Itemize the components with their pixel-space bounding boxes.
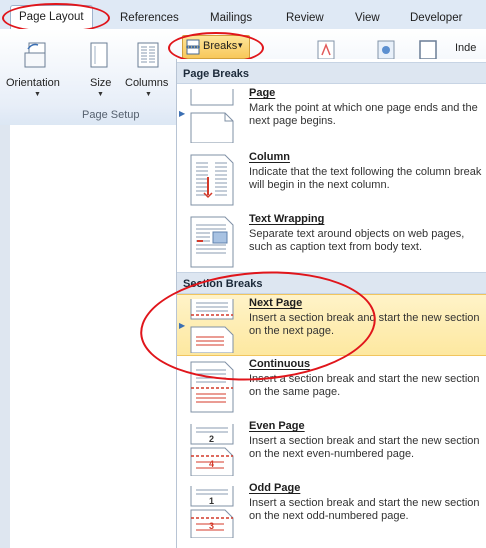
next-page-break-icon	[189, 299, 237, 356]
menu-item-column-break[interactable]: Column Indicate that the text following …	[177, 149, 486, 211]
menu-item-next-page-break[interactable]: ▶ Next Page Insert a section break and s…	[177, 294, 486, 356]
menu-item-even-page-break[interactable]: 2 4 Even Page Insert a section break and…	[177, 418, 486, 480]
menu-item-title: Page	[249, 87, 276, 99]
even-page-number-bottom: 4	[209, 459, 215, 469]
menu-item-description: Insert a section break and start the new…	[249, 373, 480, 398]
menu-item-text-wrapping-break[interactable]: Text Wrapping Separate text around objec…	[177, 211, 486, 275]
menu-item-page-break[interactable]: ▶ Page Mark the point at which one page …	[177, 85, 486, 149]
menu-item-title: Next Page	[249, 297, 303, 309]
breaks-button[interactable]: Breaks ▾	[182, 35, 250, 59]
size-icon[interactable]	[88, 41, 110, 74]
document-margin	[0, 125, 10, 548]
columns-icon[interactable]	[136, 41, 160, 74]
indent-label: Inde	[455, 42, 477, 54]
menu-item-description: Insert a section break and start the new…	[249, 497, 480, 522]
odd-page-number-top: 1	[209, 496, 215, 506]
even-page-number-top: 2	[209, 434, 215, 444]
text-wrapping-break-icon	[189, 215, 237, 272]
menu-item-title: Text Wrapping	[249, 213, 325, 225]
menu-item-description: Insert a section break and start the new…	[249, 312, 480, 337]
orientation-icon[interactable]	[24, 41, 50, 74]
menu-item-description: Insert a section break and start the new…	[249, 435, 480, 460]
tab-page-layout[interactable]: Page Layout	[10, 5, 93, 30]
breaks-label: Breaks	[203, 40, 238, 52]
menu-item-description: Mark the point at which one page ends an…	[249, 102, 478, 127]
orientation-button[interactable]: Orientation	[6, 77, 60, 89]
menu-item-description: Separate text around objects on web page…	[249, 228, 465, 253]
odd-page-break-icon	[189, 486, 237, 541]
tab-references[interactable]: References	[120, 9, 179, 27]
menu-item-title: Odd Page	[249, 482, 301, 494]
breaks-icon	[186, 39, 200, 58]
orientation-dropdown-icon[interactable]: ▼	[34, 91, 41, 98]
columns-dropdown-icon[interactable]: ▼	[145, 91, 152, 98]
insertion-arrow-icon: ▶	[179, 321, 186, 330]
menu-item-description: Indicate that the text following the col…	[249, 166, 482, 191]
tab-developer[interactable]: Developer	[410, 9, 462, 27]
menu-item-continuous-break[interactable]: Continuous Insert a section break and st…	[177, 356, 486, 418]
page-setup-group-label: Page Setup	[82, 109, 140, 121]
menu-item-title: Column	[249, 151, 290, 163]
odd-page-number-bottom: 3	[209, 521, 215, 531]
menu-item-odd-page-break[interactable]: 1 3 Odd Page Insert a section break and …	[177, 480, 486, 544]
continuous-break-icon	[189, 360, 237, 417]
document-page[interactable]	[10, 125, 176, 548]
page-breaks-header: Page Breaks	[177, 62, 486, 84]
breaks-caret-icon: ▾	[238, 40, 243, 50]
insertion-arrow-icon: ▶	[179, 109, 186, 118]
menu-item-title: Even Page	[249, 420, 305, 432]
breaks-dropdown-menu: Page Breaks ▶ Page Mark the point at whi…	[176, 59, 486, 548]
even-page-break-icon	[189, 424, 237, 479]
menu-item-title: Continuous	[249, 358, 311, 370]
column-break-icon	[189, 153, 237, 210]
ribbon-tab-bar: Page Layout References Mailings Review V…	[0, 0, 486, 30]
tab-mailings[interactable]: Mailings	[210, 9, 252, 27]
tab-review[interactable]: Review	[286, 9, 324, 27]
columns-button[interactable]: Columns	[125, 77, 168, 89]
tab-view[interactable]: View	[355, 9, 380, 27]
size-dropdown-icon[interactable]: ▼	[97, 91, 104, 98]
size-button[interactable]: Size	[90, 77, 111, 89]
page-break-icon	[189, 89, 237, 146]
section-breaks-header: Section Breaks	[177, 272, 486, 294]
